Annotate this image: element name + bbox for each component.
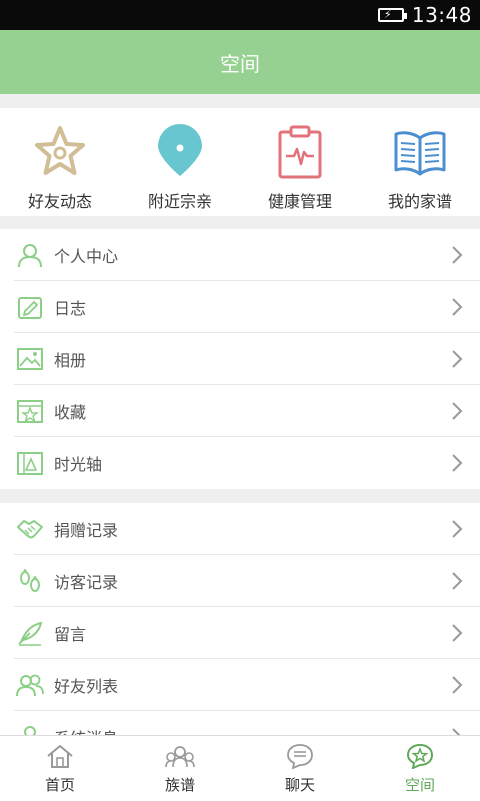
- nav-label: 族谱: [164, 776, 195, 794]
- nav-home[interactable]: 首页: [0, 736, 120, 801]
- menu-item-visitor-records[interactable]: 访客记录: [0, 555, 480, 607]
- handshake-icon: [16, 515, 44, 543]
- bottom-nav: 首页 族谱 聊天 空间: [0, 735, 480, 801]
- nav-family-tree[interactable]: 族谱: [120, 736, 240, 801]
- status-right: ⚡ 13:48: [377, 0, 472, 30]
- chevron-right-icon: [452, 624, 463, 642]
- menu-item-label: 相册: [54, 351, 87, 370]
- menu-item-journal[interactable]: 日志: [0, 281, 480, 333]
- tile-label: 健康管理: [267, 192, 332, 211]
- chevron-right-icon: [452, 402, 463, 420]
- tile-friend-feed[interactable]: 好友动态: [0, 108, 120, 216]
- menu-item-label: 日志: [54, 299, 87, 318]
- menu-item-label: 系统消息: [54, 725, 118, 735]
- friends-icon: [16, 671, 44, 699]
- timeline-icon: [16, 449, 44, 477]
- menu-item-donation-records[interactable]: 捐赠记录: [0, 503, 480, 555]
- menu-item-label: 收藏: [54, 403, 87, 422]
- menu-group-personal: 个人中心 日志 相册 收藏 时光轴: [0, 229, 480, 489]
- chevron-right-icon: [452, 520, 463, 538]
- tile-my-genealogy[interactable]: 我的家谱: [360, 108, 480, 216]
- chat-icon: [285, 742, 315, 770]
- health-clipboard-icon: [270, 122, 330, 182]
- chevron-right-icon: [452, 298, 463, 316]
- nav-chat[interactable]: 聊天: [240, 736, 360, 801]
- menu-item-system-messages[interactable]: 系统消息: [0, 711, 480, 735]
- menu-item-label: 留言: [54, 625, 87, 644]
- tile-nearby-clan[interactable]: 附近宗亲: [120, 108, 240, 216]
- menu-item-label: 捐赠记录: [54, 521, 119, 540]
- photo-album-icon: [16, 345, 44, 373]
- menu-item-personal-center[interactable]: 个人中心: [0, 229, 480, 281]
- tile-label: 好友动态: [27, 192, 92, 211]
- page-title: 空间: [220, 51, 260, 76]
- tile-label: 我的家谱: [387, 192, 452, 211]
- tile-health-management[interactable]: 健康管理: [240, 108, 360, 216]
- menu-group-records: 捐赠记录 访客记录 留言 好友列表: [0, 503, 480, 735]
- menu-item-favorites[interactable]: 收藏: [0, 385, 480, 437]
- nav-label: 聊天: [284, 776, 315, 794]
- home-icon: [45, 742, 75, 770]
- status-bar: ⚡ 13:48: [0, 0, 480, 30]
- nav-label: 空间: [404, 776, 435, 794]
- menu-item-label: 个人中心: [54, 247, 119, 266]
- space-icon: [405, 742, 435, 770]
- menu-item-label: 访客记录: [54, 573, 119, 592]
- chevron-right-icon: [452, 350, 463, 368]
- nav-space[interactable]: 空间: [360, 736, 480, 801]
- chevron-right-icon: [452, 246, 463, 264]
- chevron-right-icon: [452, 728, 461, 735]
- battery-icon: ⚡: [377, 8, 407, 22]
- chevron-right-icon: [452, 676, 463, 694]
- chevron-right-icon: [452, 454, 463, 472]
- journal-icon: [16, 293, 44, 321]
- quill-icon: [16, 619, 44, 647]
- star-icon: [30, 122, 90, 182]
- family-tree-icon: [165, 742, 195, 770]
- title-bar: 空间: [0, 30, 480, 94]
- footprints-icon: [16, 567, 44, 595]
- quick-tiles: 好友动态 附近宗亲 健康管理 我的家谱: [0, 108, 480, 216]
- menu-item-message-board[interactable]: 留言: [0, 607, 480, 659]
- chevron-right-icon: [452, 572, 463, 590]
- menu-item-friend-list[interactable]: 好友列表: [0, 659, 480, 711]
- menu-item-label: 好友列表: [54, 677, 119, 696]
- nav-label: 首页: [44, 776, 75, 794]
- menu-item-timeline[interactable]: 时光轴: [0, 437, 480, 489]
- menu-item-label: 时光轴: [54, 455, 103, 474]
- tile-label: 附近宗亲: [147, 192, 212, 211]
- person-icon: [16, 241, 44, 269]
- book-icon: [390, 122, 450, 182]
- system-message-icon: [16, 723, 44, 735]
- location-pin-icon: [150, 122, 210, 182]
- status-time: 13:48: [411, 3, 472, 27]
- favorites-icon: [16, 397, 44, 425]
- menu-item-photo-album[interactable]: 相册: [0, 333, 480, 385]
